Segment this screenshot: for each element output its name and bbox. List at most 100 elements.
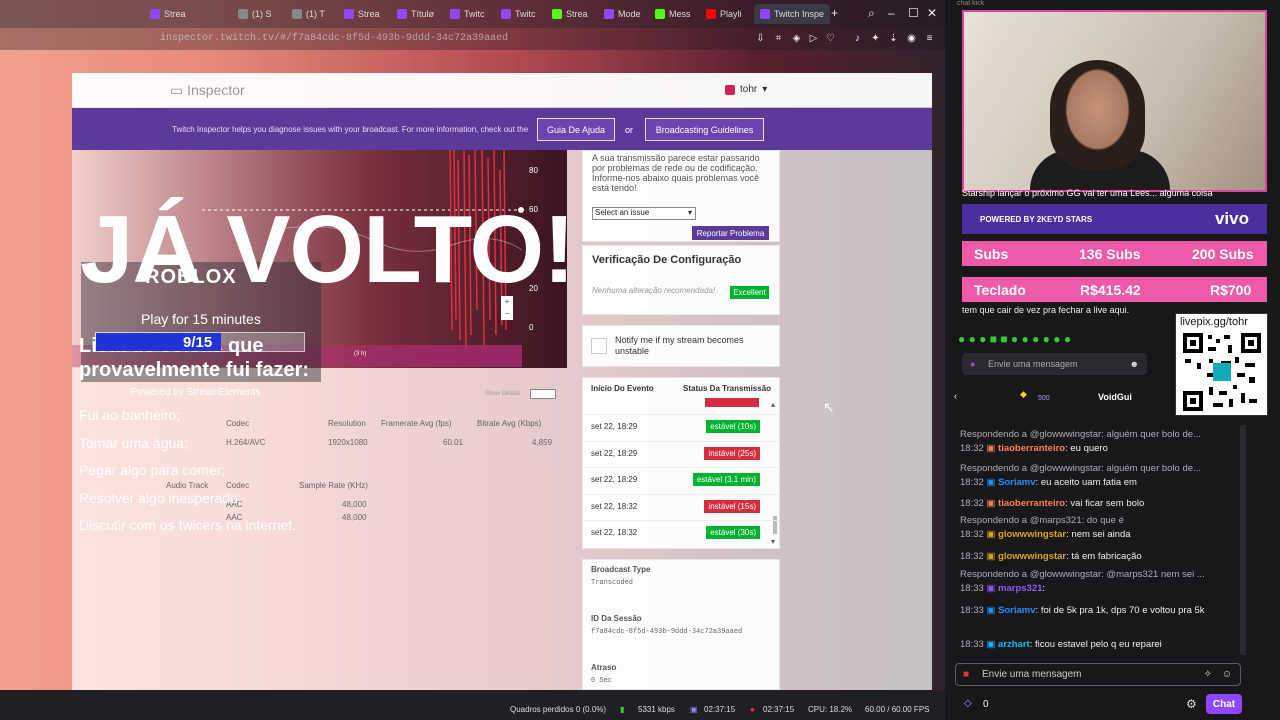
chat-message[interactable]: 18:32 ▣ tiaoberranteiro: vai ficar sem b… — [960, 496, 1236, 510]
chat-input[interactable]: ■ Envie uma mensagem ✧ ☺ — [955, 663, 1241, 686]
chat-message[interactable]: Respondendo a @glowwwingstar: @marps321 … — [960, 569, 1236, 595]
browser-tab[interactable]: (1) T — [292, 4, 325, 24]
browser-tab[interactable]: Mode — [604, 4, 641, 24]
issue-select-value: Select an issue — [595, 208, 650, 217]
table-header: Codec — [226, 481, 250, 490]
chat-username[interactable]: Soriamv — [998, 477, 1036, 488]
browser-tab-active[interactable]: Twitch Inspe — [754, 4, 831, 24]
new-tab-icon[interactable]: + — [831, 6, 838, 20]
sound-icon[interactable]: ♪ — [852, 33, 863, 44]
chat-username[interactable]: Soriamv — [998, 605, 1036, 616]
goal-label: Subs — [974, 245, 1009, 262]
table-header: Audio Track — [166, 481, 209, 490]
gear-icon[interactable]: ⚙ — [1186, 697, 1197, 711]
browser-tab[interactable]: Strea — [344, 4, 380, 24]
chat-username[interactable]: tiaoberranteiro — [998, 498, 1065, 509]
chat-username[interactable]: arzhart — [998, 639, 1030, 650]
heart-icon[interactable]: ♡ — [825, 33, 836, 44]
chat-message[interactable]: Respondendo a @glowwwingstar: alguém que… — [960, 429, 1236, 455]
screenshot-icon[interactable]: ⌗ — [773, 33, 784, 44]
issue-text: A sua transmissão parece estar passando … — [592, 153, 760, 193]
table-cell: 48,000 — [342, 500, 367, 509]
chat-send-button[interactable]: Chat — [1206, 694, 1242, 714]
chat-separator: : — [1042, 583, 1046, 594]
browser-tab[interactable]: Playli — [706, 4, 742, 24]
menu-icon[interactable]: ≡ — [924, 33, 935, 44]
chat-message[interactable]: 18:33 ▣ Soriamv: foi de 5k pra 1k, dps 7… — [960, 603, 1236, 617]
extensions-icon[interactable]: ✦ — [870, 33, 881, 44]
tab-label: Títulø — [411, 9, 435, 19]
zoom-out-icon[interactable]: − — [501, 308, 513, 320]
sponsor-right: vivo — [1214, 209, 1249, 228]
guide-button[interactable]: Guia De Ajuda — [537, 118, 615, 141]
minimize-icon[interactable]: – — [888, 6, 895, 20]
browser-tab[interactable]: Títulø — [397, 4, 434, 24]
gift-count: 500 — [1038, 395, 1050, 402]
chat-message[interactable]: 18:33 ▣ arzhart: ficou estavel pelo q eu… — [960, 637, 1236, 651]
issue-select[interactable]: Select an issue ▾ — [592, 207, 696, 220]
goal-current: R$415.42 — [1080, 281, 1141, 298]
channel-points-icon[interactable]: ◇ — [964, 698, 972, 709]
goal-current: 136 Subs — [1079, 245, 1141, 262]
maximize-icon[interactable]: ☐ — [908, 6, 919, 20]
status-badge: estável (10s) — [706, 420, 760, 433]
chat-username[interactable]: glowwwingstar — [998, 551, 1066, 562]
report-problem-button[interactable]: Reportar Problema — [692, 226, 769, 240]
scroll-up-icon[interactable]: ▴ — [771, 400, 775, 409]
browser-tab[interactable]: Strea — [150, 4, 186, 24]
shield-icon[interactable]: ◈ — [791, 33, 802, 44]
browser-tab[interactable]: Twitc — [450, 4, 485, 24]
chat-line: 18:32 ▣ tiaoberranteiro: eu quero — [960, 443, 1236, 455]
play-icon[interactable]: ▷ — [808, 33, 819, 44]
chat-username[interactable]: marps321 — [998, 583, 1042, 594]
chat-line: 18:32 ▣ Soriamv: eu aceito uam fatia em — [960, 477, 1236, 489]
notify-label: Notify me if my stream becomes unstable — [615, 335, 744, 356]
install-icon[interactable]: ⇩ — [755, 33, 766, 44]
browser-tab[interactable]: (1) S — [238, 4, 272, 24]
overlay-message-input[interactable]: ● Envie uma mensagem ☻ — [962, 353, 1147, 375]
badge-icon: ▣ — [983, 477, 999, 488]
chat-timestamp: 18:32 — [960, 477, 984, 488]
close-icon[interactable]: ✕ — [927, 6, 937, 20]
chat-timestamp: 18:32 — [960, 498, 984, 509]
search-icon[interactable]: ⌕ — [868, 6, 875, 21]
cpu-readout: CPU: 18.2% — [808, 705, 853, 714]
emoji-icon[interactable]: ☺ — [1222, 669, 1232, 680]
mic-icon: ● — [970, 359, 976, 369]
chat-message[interactable]: Respondendo a @marps321: do que é 18:32 ▣… — [960, 515, 1236, 541]
keyboard-goal: Teclado R$415.42 R$700 — [962, 277, 1267, 302]
twitch-icon — [604, 9, 614, 19]
chat-text: eu aceito uam fatia em — [1040, 477, 1137, 488]
user-menu[interactable]: tohr ▾ — [725, 84, 767, 95]
show-details-toggle[interactable] — [530, 389, 556, 399]
sparkle-icon[interactable]: ✧ — [1204, 669, 1212, 680]
qr-code — [1183, 333, 1261, 411]
account-icon[interactable]: ◉ — [906, 33, 917, 44]
badge-icon: ▣ — [983, 529, 999, 540]
chat-scrollbar[interactable] — [1240, 425, 1246, 655]
downloads-icon[interactable]: ⇣ — [888, 33, 899, 44]
status-row: set 22, 18:32 estável (30s) — [582, 520, 780, 546]
reply-context: Respondendo a @marps321: do que é — [960, 515, 1124, 526]
avatar — [725, 84, 735, 95]
chevron-left-icon[interactable]: ‹ — [954, 391, 957, 401]
notify-checkbox[interactable] — [591, 338, 607, 354]
browser-tab[interactable]: Mess — [655, 4, 691, 24]
chat-message[interactable]: Respondendo a @glowwwingstar: alguém que… — [960, 463, 1236, 489]
emoji-icon[interactable]: ☻ — [1130, 359, 1139, 369]
browser-tab[interactable]: Twitc — [501, 4, 536, 24]
table-header: Codec — [226, 419, 250, 428]
roblox-progress-label: 9/15 — [183, 334, 213, 351]
chat-message[interactable]: 18:32 ▣ glowwwingstar: tá em fabricação — [960, 549, 1236, 563]
chat-username[interactable]: tiaoberranteiro — [998, 443, 1065, 454]
browser-tab[interactable]: Strea — [552, 4, 588, 24]
chat-timestamp: 18:33 — [960, 605, 984, 616]
status-column-header: Status Da Transmissão — [683, 384, 772, 393]
chat-username[interactable]: glowwwingstar — [998, 529, 1066, 540]
guidelines-button[interactable]: Broadcasting Guidelines — [645, 118, 764, 141]
youtube-icon — [706, 9, 716, 19]
address-bar[interactable]: inspector.twitch.tv/#/f7a84cdc-8f5d-493b… — [0, 28, 945, 50]
list-item: Tomar uma água; — [79, 435, 188, 451]
inspector-logo[interactable]: ▭ Inspector — [170, 82, 245, 99]
status-row: set 22, 18:29 instável (25s) — [582, 440, 780, 467]
